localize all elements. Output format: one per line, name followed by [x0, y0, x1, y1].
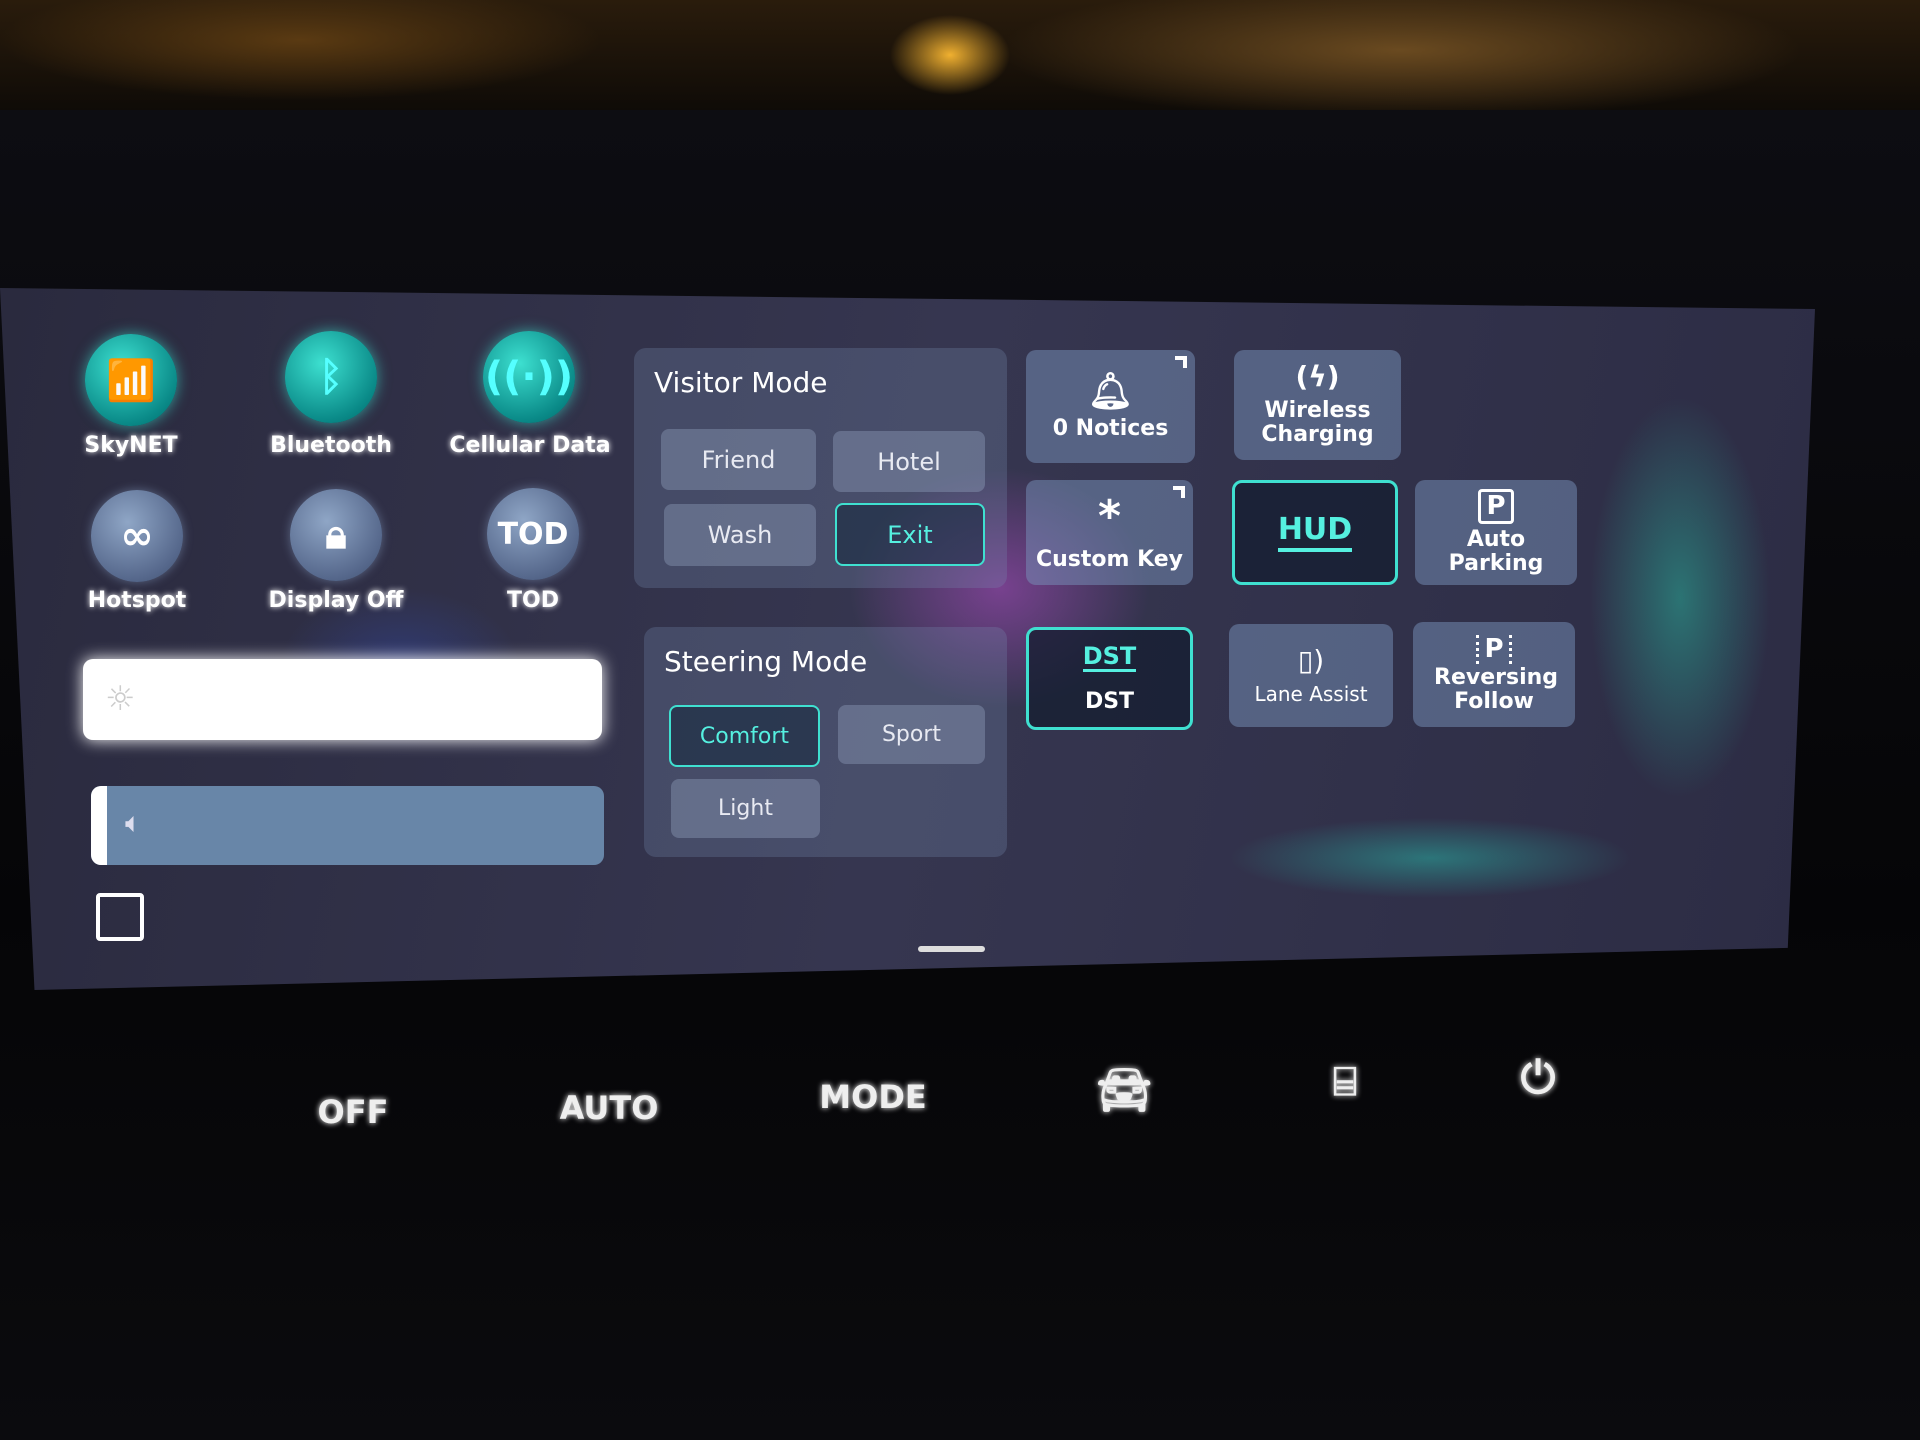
- sun-icon: ☼: [105, 679, 136, 719]
- tod-icon: TOD: [497, 516, 569, 552]
- expand-corner-icon: [1173, 486, 1185, 498]
- custom-key-tile[interactable]: * Custom Key: [1026, 480, 1193, 585]
- bluetooth-icon: ᛒ: [319, 354, 343, 400]
- visitor-mode-panel: Visitor Mode Friend Hotel Wash Exit: [634, 348, 1007, 588]
- bell-icon: 🔔︎: [1087, 370, 1134, 412]
- visitor-wash-button[interactable]: Wash: [664, 504, 816, 566]
- display-off-toggle[interactable]: 🔒︎: [290, 489, 382, 581]
- control-center-screen: 📶 SkyNET ᛒ Bluetooth ((·)) Cellular Data…: [0, 288, 1815, 990]
- lock-icon: 🔒︎: [325, 512, 347, 558]
- dst-label: DST: [1084, 689, 1135, 715]
- display-off-label: Display Off: [268, 588, 404, 613]
- reversing-follow-tile[interactable]: P Reversing Follow: [1413, 622, 1575, 727]
- steering-mode-title: Steering Mode: [664, 645, 868, 678]
- auto-parking-tile[interactable]: P Auto Parking: [1415, 480, 1577, 585]
- dst-tile[interactable]: DST DST: [1026, 627, 1193, 730]
- steering-comfort-button[interactable]: Comfort: [669, 705, 820, 767]
- brightness-slider[interactable]: ☼: [83, 659, 602, 740]
- steering-mode-panel: Steering Mode Comfort Sport Light: [644, 627, 1007, 857]
- expand-corner-icon: [1175, 356, 1187, 368]
- climate-mode-button[interactable]: MODE: [819, 1078, 926, 1116]
- power-icon[interactable]: ⏻: [1521, 1053, 1556, 1104]
- lane-assist-label: Lane Assist: [1254, 681, 1368, 706]
- reversing-follow-label: Reversing Follow: [1434, 664, 1559, 714]
- hotspot-toggle[interactable]: ∞: [91, 490, 183, 582]
- visitor-hotel-button[interactable]: Hotel: [833, 431, 985, 492]
- car-icon[interactable]: 🚘︎: [1096, 1064, 1152, 1116]
- hud-icon: HUD: [1277, 513, 1353, 552]
- rear-defrost-icon[interactable]: ⌸: [1333, 1059, 1357, 1105]
- climate-off-button[interactable]: OFF: [318, 1093, 389, 1131]
- cellular-data-toggle[interactable]: ((·)): [483, 331, 575, 423]
- reversing-follow-icon: P: [1476, 635, 1512, 664]
- skynet-toggle[interactable]: 📶: [85, 334, 177, 426]
- panel-drag-handle[interactable]: [918, 946, 985, 952]
- volume-slider[interactable]: 🔈︎: [91, 786, 604, 865]
- wireless-charging-tile[interactable]: (ϟ) Wireless Charging: [1234, 350, 1401, 460]
- custom-key-label: Custom Key: [1035, 546, 1184, 572]
- visitor-exit-button[interactable]: Exit: [835, 503, 985, 566]
- visitor-friend-button[interactable]: Friend: [661, 429, 816, 490]
- asterisk-icon: *: [1097, 491, 1121, 543]
- hud-tile[interactable]: HUD: [1232, 480, 1398, 585]
- tod-label: TOD: [507, 588, 559, 613]
- volume-fill: [91, 786, 107, 865]
- hotspot-link-icon: ∞: [120, 513, 154, 559]
- wifi-icon: 📶: [106, 357, 156, 404]
- steering-light-button[interactable]: Light: [671, 779, 820, 838]
- lane-assist-tile[interactable]: ▯) Lane Assist: [1229, 624, 1393, 727]
- climate-auto-button[interactable]: AUTO: [560, 1089, 659, 1127]
- steering-sport-button[interactable]: Sport: [838, 705, 985, 764]
- bluetooth-toggle[interactable]: ᛒ: [285, 331, 377, 423]
- tod-toggle[interactable]: TOD: [487, 488, 579, 580]
- wireless-charging-label: Wireless Charging: [1261, 398, 1374, 448]
- cellular-antenna-icon: ((·)): [484, 354, 574, 400]
- edit-icon[interactable]: [96, 893, 144, 941]
- speaker-icon: 🔈︎: [125, 806, 142, 839]
- dst-icon: DST: [1082, 642, 1137, 673]
- cellular-data-label: Cellular Data: [449, 433, 611, 458]
- skynet-label: SkyNET: [84, 433, 178, 458]
- lane-assist-icon: ▯): [1297, 644, 1325, 678]
- notices-label: 0 Notices: [1052, 416, 1169, 442]
- wireless-charging-icon: (ϟ): [1295, 360, 1340, 394]
- bluetooth-label: Bluetooth: [270, 433, 392, 458]
- visitor-mode-title: Visitor Mode: [654, 366, 828, 399]
- parking-icon: P: [1478, 489, 1514, 524]
- auto-parking-label: Auto Parking: [1448, 526, 1544, 576]
- hotspot-label: Hotspot: [87, 588, 187, 613]
- notices-tile[interactable]: 🔔︎ 0 Notices: [1026, 350, 1195, 463]
